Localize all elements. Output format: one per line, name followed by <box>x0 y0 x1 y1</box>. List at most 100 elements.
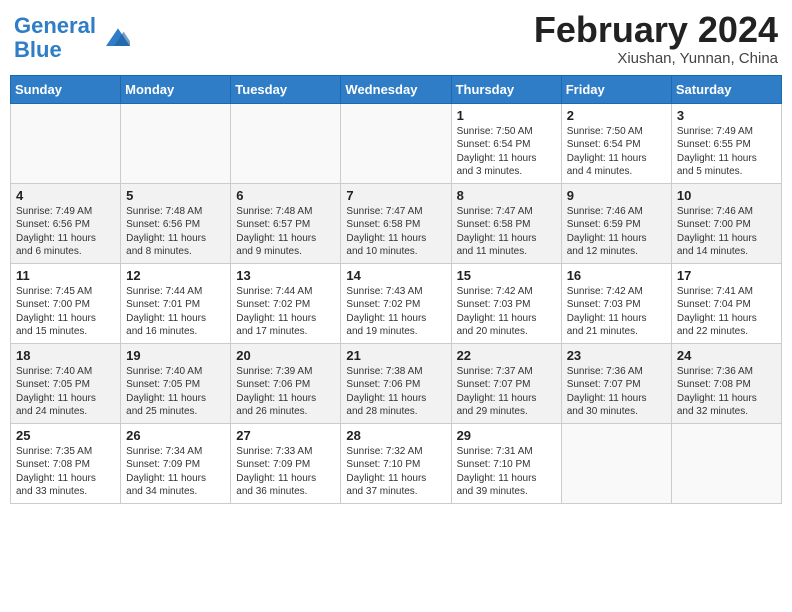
day-number: 18 <box>16 348 115 363</box>
day-info: Sunrise: 7:32 AMSunset: 7:10 PMDaylight:… <box>346 445 445 499</box>
day-number: 2 <box>567 108 666 123</box>
calendar-day-cell: 8 Sunrise: 7:47 AMSunset: 6:58 PMDaylight… <box>451 183 561 263</box>
day-number: 26 <box>126 428 225 443</box>
calendar-day-cell: 12 Sunrise: 7:44 AMSunset: 7:01 PMDayligh… <box>121 263 231 343</box>
day-info: Sunrise: 7:38 AMSunset: 7:06 PMDaylight:… <box>346 365 445 419</box>
calendar-day-cell <box>11 103 121 183</box>
calendar-day-cell <box>561 423 671 503</box>
calendar-week-row: 25 Sunrise: 7:35 AMSunset: 7:08 PMDayligh… <box>11 423 782 503</box>
day-number: 11 <box>16 268 115 283</box>
day-info: Sunrise: 7:42 AMSunset: 7:03 PMDaylight:… <box>567 285 666 339</box>
calendar-table: SundayMondayTuesdayWednesdayThursdayFrid… <box>10 75 782 504</box>
day-number: 3 <box>677 108 776 123</box>
calendar-day-cell <box>231 103 341 183</box>
weekday-header-tuesday: Tuesday <box>231 75 341 103</box>
day-info: Sunrise: 7:44 AMSunset: 7:01 PMDaylight:… <box>126 285 225 339</box>
day-info: Sunrise: 7:49 AMSunset: 6:55 PMDaylight:… <box>677 125 776 179</box>
day-number: 7 <box>346 188 445 203</box>
day-number: 16 <box>567 268 666 283</box>
day-number: 20 <box>236 348 335 363</box>
weekday-header-saturday: Saturday <box>671 75 781 103</box>
subtitle: Xiushan, Yunnan, China <box>534 50 778 67</box>
day-info: Sunrise: 7:50 AMSunset: 6:54 PMDaylight:… <box>457 125 556 179</box>
day-number: 28 <box>346 428 445 443</box>
calendar-week-row: 1 Sunrise: 7:50 AMSunset: 6:54 PMDaylight… <box>11 103 782 183</box>
day-info: Sunrise: 7:41 AMSunset: 7:04 PMDaylight:… <box>677 285 776 339</box>
calendar-day-cell: 14 Sunrise: 7:43 AMSunset: 7:02 PMDayligh… <box>341 263 451 343</box>
day-number: 15 <box>457 268 556 283</box>
day-info: Sunrise: 7:48 AMSunset: 6:56 PMDaylight:… <box>126 205 225 259</box>
day-number: 19 <box>126 348 225 363</box>
calendar-day-cell: 29Sunrise: 7:31 AMSunset: 7:10 PMDayligh… <box>451 423 561 503</box>
calendar-day-cell: 27 Sunrise: 7:33 AMSunset: 7:09 PMDayligh… <box>231 423 341 503</box>
day-number: 17 <box>677 268 776 283</box>
calendar-day-cell: 6 Sunrise: 7:48 AMSunset: 6:57 PMDaylight… <box>231 183 341 263</box>
calendar-week-row: 4Sunrise: 7:49 AMSunset: 6:56 PMDaylight… <box>11 183 782 263</box>
day-number: 13 <box>236 268 335 283</box>
calendar-day-cell: 3 Sunrise: 7:49 AMSunset: 6:55 PMDaylight… <box>671 103 781 183</box>
calendar-day-cell: 13 Sunrise: 7:44 AMSunset: 7:02 PMDayligh… <box>231 263 341 343</box>
calendar-day-cell <box>341 103 451 183</box>
day-number: 8 <box>457 188 556 203</box>
calendar-day-cell: 26 Sunrise: 7:34 AMSunset: 7:09 PMDayligh… <box>121 423 231 503</box>
day-info: Sunrise: 7:50 AMSunset: 6:54 PMDaylight:… <box>567 125 666 179</box>
day-number: 4 <box>16 188 115 203</box>
logo-text: General Blue <box>14 14 96 62</box>
day-info: Sunrise: 7:44 AMSunset: 7:02 PMDaylight:… <box>236 285 335 339</box>
page-header: General Blue February 2024 Xiushan, Yunn… <box>10 10 782 67</box>
day-info: Sunrise: 7:39 AMSunset: 7:06 PMDaylight:… <box>236 365 335 419</box>
calendar-day-cell <box>121 103 231 183</box>
day-number: 27 <box>236 428 335 443</box>
day-info: Sunrise: 7:34 AMSunset: 7:09 PMDaylight:… <box>126 445 225 499</box>
day-info: Sunrise: 7:40 AMSunset: 7:05 PMDaylight:… <box>16 365 115 419</box>
calendar-day-cell: 1 Sunrise: 7:50 AMSunset: 6:54 PMDaylight… <box>451 103 561 183</box>
day-info: Sunrise: 7:48 AMSunset: 6:57 PMDaylight:… <box>236 205 335 259</box>
day-number: 25 <box>16 428 115 443</box>
calendar-day-cell: 17 Sunrise: 7:41 AMSunset: 7:04 PMDayligh… <box>671 263 781 343</box>
day-number: 21 <box>346 348 445 363</box>
main-title: February 2024 <box>534 10 778 50</box>
day-number: 14 <box>346 268 445 283</box>
calendar-day-cell: 7 Sunrise: 7:47 AMSunset: 6:58 PMDaylight… <box>341 183 451 263</box>
logo-icon <box>98 22 130 54</box>
day-info: Sunrise: 7:47 AMSunset: 6:58 PMDaylight:… <box>346 205 445 259</box>
calendar-day-cell: 20 Sunrise: 7:39 AMSunset: 7:06 PMDayligh… <box>231 343 341 423</box>
day-info: Sunrise: 7:35 AMSunset: 7:08 PMDaylight:… <box>16 445 115 499</box>
calendar-day-cell: 9 Sunrise: 7:46 AMSunset: 6:59 PMDaylight… <box>561 183 671 263</box>
day-number: 12 <box>126 268 225 283</box>
calendar-day-cell: 24Sunrise: 7:36 AMSunset: 7:08 PMDayligh… <box>671 343 781 423</box>
day-info: Sunrise: 7:46 AMSunset: 7:00 PMDaylight:… <box>677 205 776 259</box>
day-info: Sunrise: 7:46 AMSunset: 6:59 PMDaylight:… <box>567 205 666 259</box>
calendar-day-cell: 2 Sunrise: 7:50 AMSunset: 6:54 PMDaylight… <box>561 103 671 183</box>
weekday-header-sunday: Sunday <box>11 75 121 103</box>
calendar-week-row: 18 Sunrise: 7:40 AMSunset: 7:05 PMDayligh… <box>11 343 782 423</box>
weekday-header-row: SundayMondayTuesdayWednesdayThursdayFrid… <box>11 75 782 103</box>
day-number: 24 <box>677 348 776 363</box>
day-info: Sunrise: 7:47 AMSunset: 6:58 PMDaylight:… <box>457 205 556 259</box>
calendar-day-cell: 19Sunrise: 7:40 AMSunset: 7:05 PMDayligh… <box>121 343 231 423</box>
day-number: 9 <box>567 188 666 203</box>
day-number: 1 <box>457 108 556 123</box>
calendar-day-cell: 23 Sunrise: 7:36 AMSunset: 7:07 PMDayligh… <box>561 343 671 423</box>
day-info: Sunrise: 7:43 AMSunset: 7:02 PMDaylight:… <box>346 285 445 339</box>
weekday-header-monday: Monday <box>121 75 231 103</box>
calendar-day-cell: 16 Sunrise: 7:42 AMSunset: 7:03 PMDayligh… <box>561 263 671 343</box>
day-number: 29 <box>457 428 556 443</box>
calendar-header: SundayMondayTuesdayWednesdayThursdayFrid… <box>11 75 782 103</box>
calendar-week-row: 11 Sunrise: 7:45 AMSunset: 7:00 PMDayligh… <box>11 263 782 343</box>
day-info: Sunrise: 7:33 AMSunset: 7:09 PMDaylight:… <box>236 445 335 499</box>
calendar-day-cell: 18 Sunrise: 7:40 AMSunset: 7:05 PMDayligh… <box>11 343 121 423</box>
day-number: 23 <box>567 348 666 363</box>
day-info: Sunrise: 7:42 AMSunset: 7:03 PMDaylight:… <box>457 285 556 339</box>
day-info: Sunrise: 7:45 AMSunset: 7:00 PMDaylight:… <box>16 285 115 339</box>
day-number: 5 <box>126 188 225 203</box>
calendar-day-cell: 22Sunrise: 7:37 AMSunset: 7:07 PMDayligh… <box>451 343 561 423</box>
calendar-day-cell: 28 Sunrise: 7:32 AMSunset: 7:10 PMDayligh… <box>341 423 451 503</box>
title-block: February 2024 Xiushan, Yunnan, China <box>534 10 778 67</box>
day-number: 22 <box>457 348 556 363</box>
weekday-header-thursday: Thursday <box>451 75 561 103</box>
weekday-header-wednesday: Wednesday <box>341 75 451 103</box>
day-info: Sunrise: 7:36 AMSunset: 7:07 PMDaylight:… <box>567 365 666 419</box>
day-number: 6 <box>236 188 335 203</box>
calendar-day-cell: 5 Sunrise: 7:48 AMSunset: 6:56 PMDaylight… <box>121 183 231 263</box>
